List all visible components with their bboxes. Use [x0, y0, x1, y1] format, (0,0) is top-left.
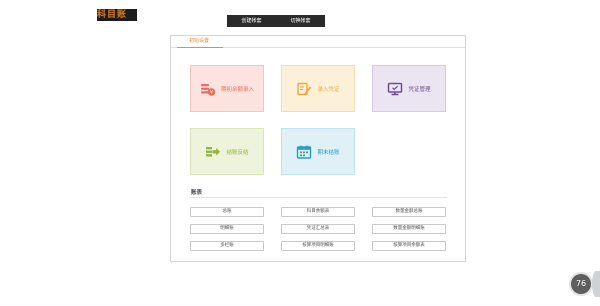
counter-badge[interactable]: 76: [571, 274, 591, 294]
coin-stack-icon: ¥: [200, 83, 216, 96]
report-item-balance[interactable]: 核算项目余额表: [372, 241, 446, 251]
tile-closing-reversal[interactable]: 结账反结: [190, 128, 264, 175]
report-multi-column-ledger[interactable]: 多栏账: [190, 241, 264, 251]
transfer-icon: [206, 146, 221, 156]
svg-text:¥: ¥: [210, 89, 213, 95]
tile-label: 凭证管理: [408, 86, 431, 93]
tile-label: 期末结账: [317, 149, 340, 156]
tile-label: 期初余额录入: [220, 86, 254, 93]
panel-tab-bar: 初始设置: [171, 36, 465, 48]
report-account-balance[interactable]: 科目余额表: [281, 207, 355, 217]
calendar-icon: [297, 145, 312, 159]
report-item-detail-ledger[interactable]: 核算项目明细账: [281, 241, 355, 251]
tile-voucher-management[interactable]: 凭证管理: [372, 65, 446, 112]
tab-initial-settings[interactable]: 初始设置: [177, 36, 224, 48]
edit-document-icon: [297, 82, 312, 95]
report-quantity-amount-ledger[interactable]: 数量金额总账: [372, 207, 446, 217]
tile-label: 结账反结: [226, 149, 249, 156]
create-account-set-button[interactable]: 创建帐套: [227, 15, 276, 27]
tile-enter-voucher[interactable]: 录入凭证: [281, 65, 355, 112]
reports-section-title: 账表: [191, 190, 203, 196]
top-toolbar: 创建帐套 切换帐套: [227, 15, 325, 27]
report-voucher-summary[interactable]: 凭证汇总表: [281, 224, 355, 234]
tile-label: 录入凭证: [317, 86, 340, 93]
switch-account-set-button[interactable]: 切换帐套: [276, 15, 325, 27]
tile-opening-balance[interactable]: ¥ 期初余额录入: [190, 65, 264, 112]
tile-period-end-closing[interactable]: 期末结账: [281, 128, 355, 175]
report-quantity-amount-detail[interactable]: 数量金额明细账: [372, 224, 446, 234]
main-panel: 初始设置 ¥ 期初余额录入 录入凭证 凭证管理 结账反结 期末结账 账表 总账 …: [170, 35, 466, 262]
report-general-ledger[interactable]: 总账: [190, 207, 264, 217]
report-detail-ledger[interactable]: 明细账: [190, 224, 264, 234]
side-handle[interactable]: [592, 271, 600, 297]
section-divider: [189, 197, 447, 198]
monitor-icon: [388, 82, 403, 95]
app-logo: 科目账: [97, 9, 137, 21]
